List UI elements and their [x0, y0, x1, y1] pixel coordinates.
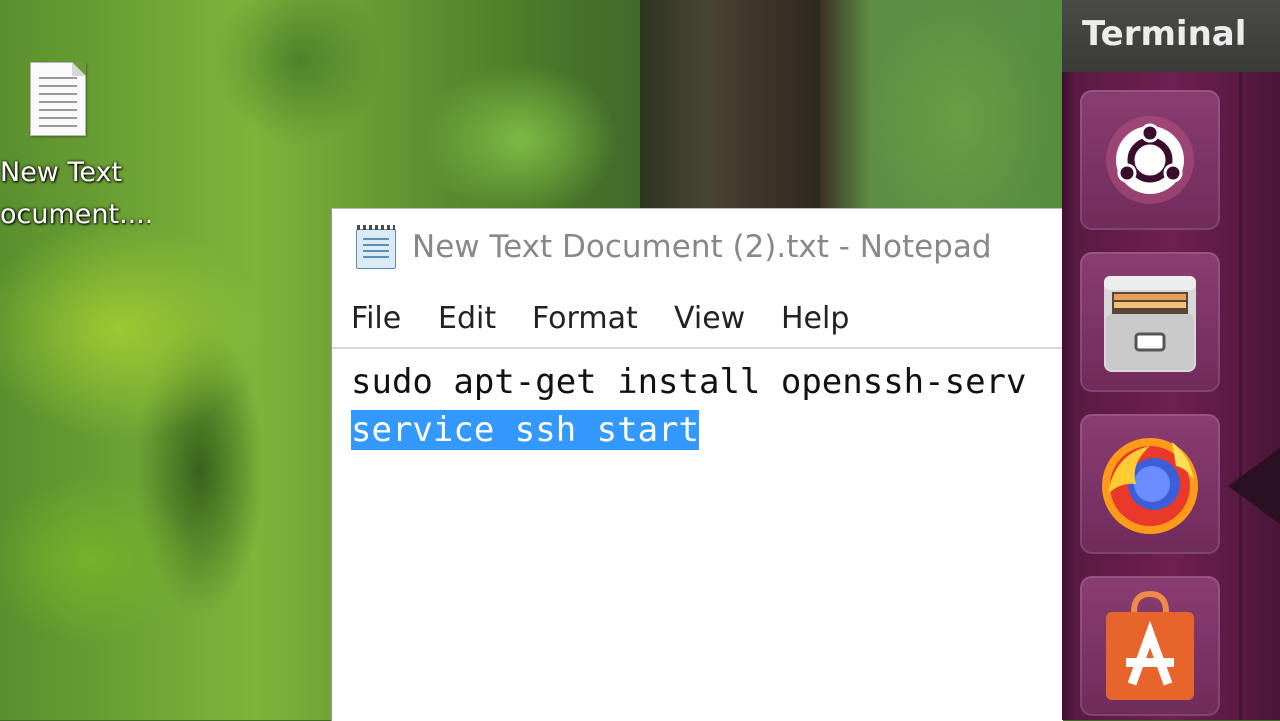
- text-editor-area[interactable]: sudo apt-get install openssh-serv servic…: [332, 349, 1063, 721]
- launcher-firefox[interactable]: [1080, 414, 1220, 554]
- launcher-files[interactable]: [1080, 252, 1220, 392]
- window-title: New Text Document (2).txt - Notepad: [412, 229, 992, 265]
- menu-help[interactable]: Help: [781, 291, 849, 347]
- launcher-ubuntu[interactable]: [1080, 90, 1220, 230]
- firefox-icon: [1102, 438, 1198, 534]
- text-document-icon: [30, 62, 86, 136]
- notepad-icon: [356, 225, 396, 269]
- selected-text: service ssh start: [351, 410, 699, 450]
- editor-line-1-text: sudo apt-get install openssh-serv: [351, 362, 1027, 402]
- editor-line-2: service ssh start: [351, 406, 699, 454]
- ubuntu-launcher: [1062, 72, 1280, 720]
- menu-format[interactable]: Format: [532, 291, 638, 347]
- notepad-titlebar[interactable]: New Text Document (2).txt - Notepad: [332, 209, 1063, 291]
- ubuntu-icon: [1106, 116, 1194, 204]
- desktop-file-label-line1: New Text: [0, 157, 123, 188]
- notepad-window[interactable]: New Text Document (2).txt - Notepad File…: [331, 208, 1063, 721]
- desktop-file-label: New Text ocument....: [0, 152, 150, 236]
- menu-edit[interactable]: Edit: [438, 291, 496, 347]
- desktop-file-icon[interactable]: New Text ocument....: [0, 60, 150, 240]
- menu-file[interactable]: File: [351, 291, 401, 347]
- editor-line-1: sudo apt-get install openssh-serv: [351, 358, 1027, 406]
- launcher-software-center[interactable]: [1080, 576, 1220, 716]
- files-icon: [1104, 276, 1196, 372]
- tree-trunk: [640, 0, 820, 215]
- software-center-icon: [1106, 590, 1194, 700]
- desktop-file-label-line2: ocument....: [0, 199, 150, 230]
- launcher-active-indicator: [1228, 448, 1280, 524]
- menu-view[interactable]: View: [674, 291, 745, 347]
- menu-bar: File Edit Format View Help: [332, 291, 1063, 349]
- active-app-title: Terminal: [1082, 14, 1247, 54]
- ubuntu-top-bar: Terminal: [1062, 0, 1280, 72]
